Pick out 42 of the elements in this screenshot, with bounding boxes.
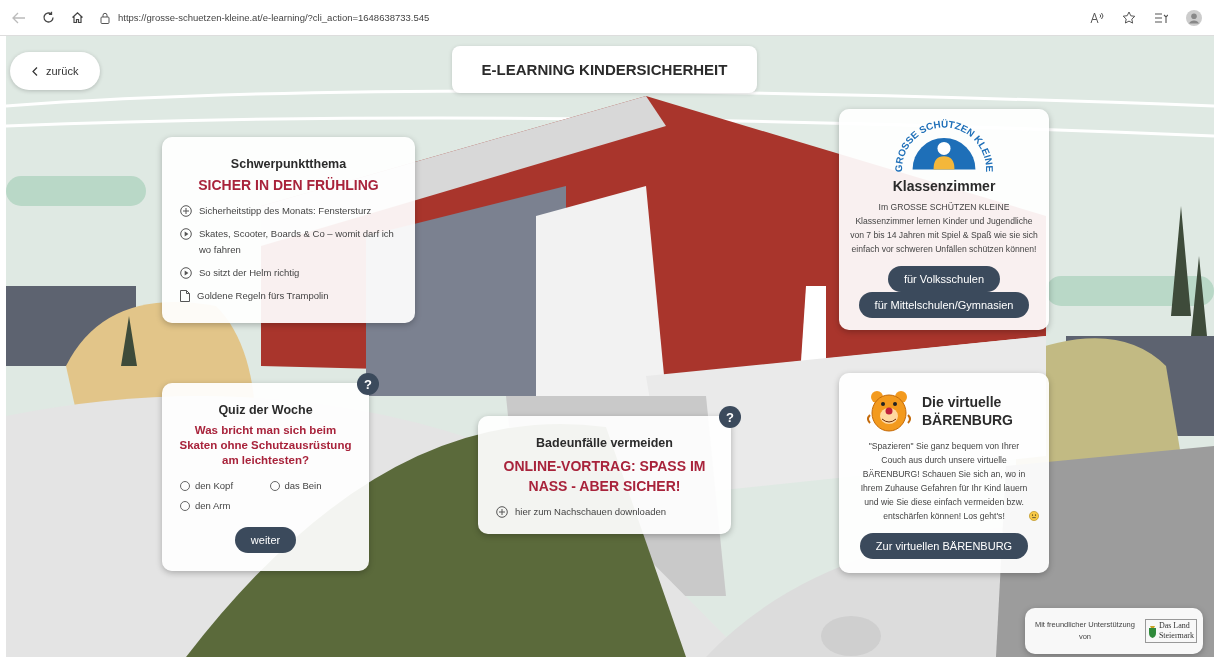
option-label: den Arm xyxy=(195,500,231,511)
next-button[interactable]: weiter xyxy=(234,527,297,553)
option-label: den Kopf xyxy=(195,480,234,491)
link-text[interactable]: Goldene Regeln fürs Trampolin xyxy=(197,288,397,304)
school-button[interactable]: für Mittelschulen/Gymnasien xyxy=(858,292,1030,318)
description-text: "Spazieren" Sie ganz bequem von Ihrer Couch aus durch unsere virtuelle BÄRENBURG! Schauen Sie sich an, wo in Ihrem Zuhause Gefahren für Ihr Kind lauern und wie Sie diese einfach vermeiden bzw. entschärfen können! Los geht's! xyxy=(859,440,1029,523)
back-button[interactable]: zurück xyxy=(10,52,101,90)
option-label: das Bein xyxy=(284,480,322,491)
plus-circle-icon xyxy=(496,506,508,518)
quiz-question: Was bricht man sich beim Skaten ohne Schutzausrüstung am leichtesten? xyxy=(178,423,353,468)
reload-icon[interactable] xyxy=(42,11,55,24)
address-field[interactable]: https://grosse-schuetzen-kleine.at/e-learning/?cli_action=1648638733.545 xyxy=(118,12,430,23)
bear-castle-button[interactable]: Zur virtuellen BÄRENBURG xyxy=(859,533,1029,559)
play-icon xyxy=(180,267,192,279)
lock-icon[interactable] xyxy=(100,11,110,24)
collections-icon[interactable] xyxy=(1154,11,1168,24)
card-heading: Klassenzimmer xyxy=(891,178,997,194)
smiley-icon xyxy=(1029,511,1039,521)
state-logo: Das Land Steiermark xyxy=(1144,619,1197,643)
star-icon[interactable] xyxy=(1122,11,1136,24)
link-text[interactable]: So sitzt der Helm richtig xyxy=(199,265,397,281)
card-title: SICHER IN DEN FRÜHLING xyxy=(197,177,380,193)
document-icon xyxy=(180,290,190,302)
bear-mascot-icon xyxy=(866,389,912,433)
read-aloud-icon[interactable] xyxy=(1090,11,1104,24)
coat-of-arms-icon xyxy=(1147,624,1157,638)
plus-circle-icon xyxy=(180,205,192,217)
card-title: ONLINE-VORTRAG: SPASS IM NASS - ABER SICHER! xyxy=(502,457,707,496)
link-text[interactable]: Sicherheitstipp des Monats: Fenstersturz xyxy=(199,203,397,219)
link-text[interactable]: Skates, Scooter, Boards & Co – womit darf ich wo fahren xyxy=(199,226,397,258)
card-heading: Quiz der Woche xyxy=(217,403,314,417)
chevron-left-icon xyxy=(32,66,38,76)
card-heading: Schwerpunktthema xyxy=(229,157,348,171)
home-icon[interactable] xyxy=(71,11,84,24)
link-text[interactable]: hier zum Nachschauen downloaden xyxy=(515,504,713,520)
card-heading: Die virtuelle BÄRENBURG xyxy=(922,393,1014,429)
description-text: Im GROSSE SCHÜTZEN KLEINE Klassenzimmer lernen Kinder und Jugendliche von 7 bis 14 Jahren mit Spiel & Spaß wie sie sich einfach vor schweren Unfällen schützen können! xyxy=(849,201,1039,256)
page-title: E-LEARNING KINDERSICHERHEIT xyxy=(452,46,757,93)
school-button[interactable]: für Volksschulen xyxy=(887,266,1001,292)
profile-avatar-icon[interactable] xyxy=(1186,9,1202,26)
card-heading: Badeunfälle vermeiden xyxy=(535,436,674,450)
play-icon xyxy=(180,228,192,240)
